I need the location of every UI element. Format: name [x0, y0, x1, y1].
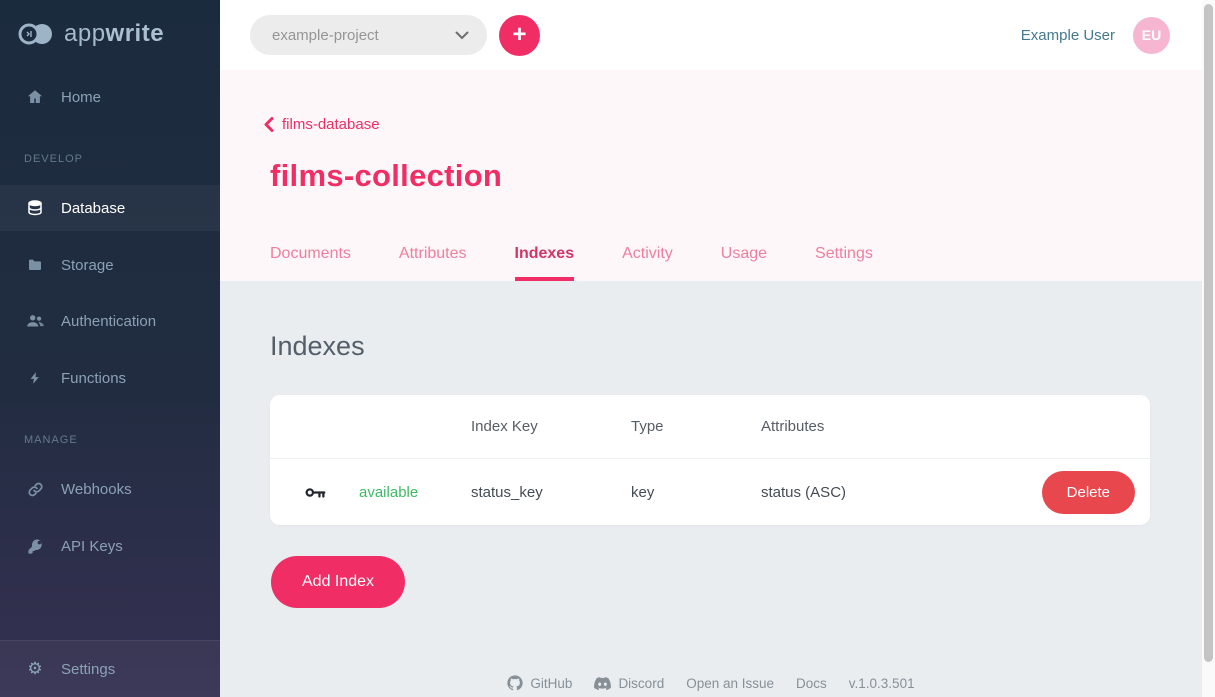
add-index-button[interactable]: Add Index — [271, 556, 405, 608]
github-label: GitHub — [530, 676, 572, 691]
project-selector[interactable]: example-project — [250, 15, 487, 55]
breadcrumb-label: films-database — [282, 116, 380, 133]
chevron-down-icon — [455, 31, 469, 40]
sidebar-item-webhooks[interactable]: Webhooks — [0, 466, 220, 512]
table-row: available status_key key status (ASC) De… — [270, 459, 1150, 525]
topbar: example-project + Example User EU — [220, 0, 1202, 70]
scrollbar-thumb[interactable] — [1204, 4, 1213, 662]
column-index-key: Index Key — [471, 418, 631, 435]
tab-usage[interactable]: Usage — [721, 245, 767, 281]
section-heading: Indexes — [270, 331, 365, 362]
sidebar-item-functions[interactable]: Functions — [0, 355, 220, 401]
column-type: Type — [631, 418, 761, 435]
sidebar-item-label: Functions — [61, 370, 126, 387]
page-title: films-collection — [270, 158, 502, 194]
tab-settings[interactable]: Settings — [815, 245, 873, 281]
tab-documents[interactable]: Documents — [270, 245, 351, 281]
sidebar-item-label: Webhooks — [61, 481, 132, 498]
sidebar-item-label: Storage — [61, 257, 114, 274]
gear-icon: ⚙ — [24, 659, 46, 679]
open-issue-link[interactable]: Open an Issue — [686, 676, 774, 691]
github-icon — [507, 675, 523, 691]
sidebar-item-api-keys[interactable]: API Keys — [0, 523, 220, 569]
bolt-icon — [24, 369, 46, 387]
sidebar-item-label: Settings — [61, 661, 115, 678]
user-menu-link[interactable]: Example User — [1021, 27, 1115, 44]
key-icon — [24, 538, 46, 555]
sidebar-item-label: Database — [61, 200, 125, 217]
scrollbar-track[interactable] — [1202, 0, 1215, 697]
tab-attributes[interactable]: Attributes — [399, 245, 467, 281]
add-project-button[interactable]: + — [499, 15, 540, 56]
chevron-left-icon — [264, 117, 274, 132]
sidebar-item-storage[interactable]: Storage — [0, 242, 220, 288]
sidebar-item-label: Authentication — [61, 313, 156, 330]
delete-button[interactable]: Delete — [1042, 471, 1135, 514]
tab-bar: Documents Attributes Indexes Activity Us… — [270, 245, 873, 281]
breadcrumb[interactable]: films-database — [264, 116, 380, 133]
status-badge: available — [359, 484, 471, 501]
sidebar-item-home[interactable]: Home — [0, 74, 220, 120]
users-icon — [24, 313, 46, 329]
footer: GitHub Discord Open an Issue Docs v.1.0.… — [220, 675, 1202, 691]
sidebar: appwrite Home DEVELOP Database Storage — [0, 0, 220, 697]
docs-link[interactable]: Docs — [796, 676, 827, 691]
cell-index-key: status_key — [471, 484, 631, 501]
sidebar-item-authentication[interactable]: Authentication — [0, 298, 220, 344]
sidebar-item-label: API Keys — [61, 538, 123, 555]
column-attributes: Attributes — [761, 418, 1135, 435]
sidebar-section-develop: DEVELOP — [24, 153, 83, 165]
version-label: v.1.0.3.501 — [849, 676, 915, 691]
collection-header: films-database films-collection Document… — [220, 70, 1202, 281]
index-key-icon — [305, 485, 359, 500]
main-content: Indexes Index Key Type Attributes availa… — [220, 281, 1202, 697]
project-selector-value: example-project — [272, 27, 379, 44]
sidebar-section-manage: MANAGE — [24, 434, 78, 446]
cell-type: key — [631, 484, 761, 501]
appwrite-logo[interactable]: appwrite — [18, 20, 164, 48]
sidebar-item-database[interactable]: Database — [0, 185, 220, 231]
avatar[interactable]: EU — [1133, 17, 1170, 54]
cell-attributes: status (ASC) — [761, 484, 1042, 501]
table-header-row: Index Key Type Attributes — [270, 395, 1150, 459]
appwrite-logo-text: appwrite — [64, 20, 164, 48]
indexes-table: Index Key Type Attributes available stat… — [270, 395, 1150, 525]
discord-link[interactable]: Discord — [594, 676, 664, 691]
appwrite-logo-icon — [18, 22, 54, 46]
discord-label: Discord — [618, 676, 664, 691]
folder-icon — [24, 257, 46, 273]
github-link[interactable]: GitHub — [507, 675, 572, 691]
sidebar-item-label: Home — [61, 89, 101, 106]
tab-indexes[interactable]: Indexes — [515, 245, 575, 281]
database-icon — [24, 199, 46, 218]
discord-icon — [594, 677, 611, 690]
tab-activity[interactable]: Activity — [622, 245, 673, 281]
link-icon — [24, 481, 46, 498]
home-icon — [24, 88, 46, 106]
sidebar-item-settings[interactable]: ⚙ Settings — [0, 640, 220, 697]
